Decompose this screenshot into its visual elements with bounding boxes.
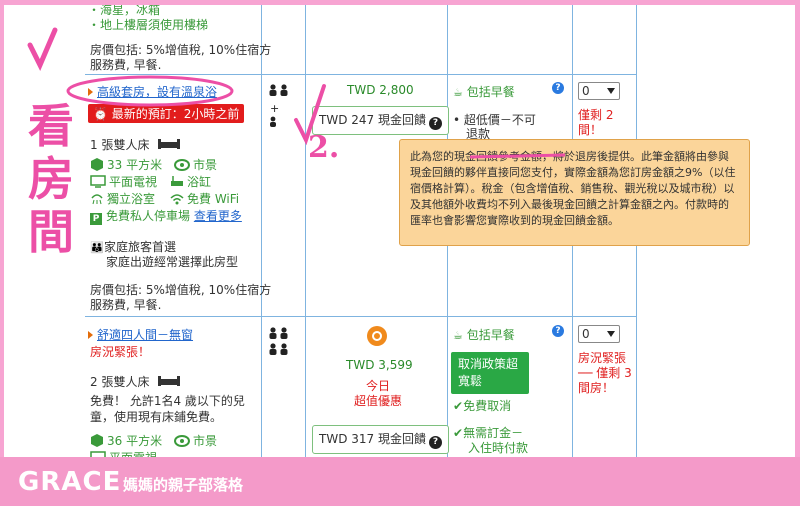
handwriting-annotation (27, 27, 566, 159)
watermark-logo: GRACE (18, 467, 122, 497)
annotation-vertical-text: 看房間 (28, 99, 74, 259)
annotation-number: 2. (308, 130, 340, 165)
frame-border (0, 0, 4, 506)
watermark-subtitle: 媽媽的親子部落格 (123, 476, 244, 494)
page: ・海星，冰箱 ・地上樓層須使用樓梯 房價包括: 5%增值稅, 10%住宿方 服務… (0, 0, 800, 506)
watermark-banner: GRACE 媽媽的親子部落格 (0, 457, 800, 506)
frame-border (795, 0, 800, 506)
frame-border (0, 0, 800, 5)
